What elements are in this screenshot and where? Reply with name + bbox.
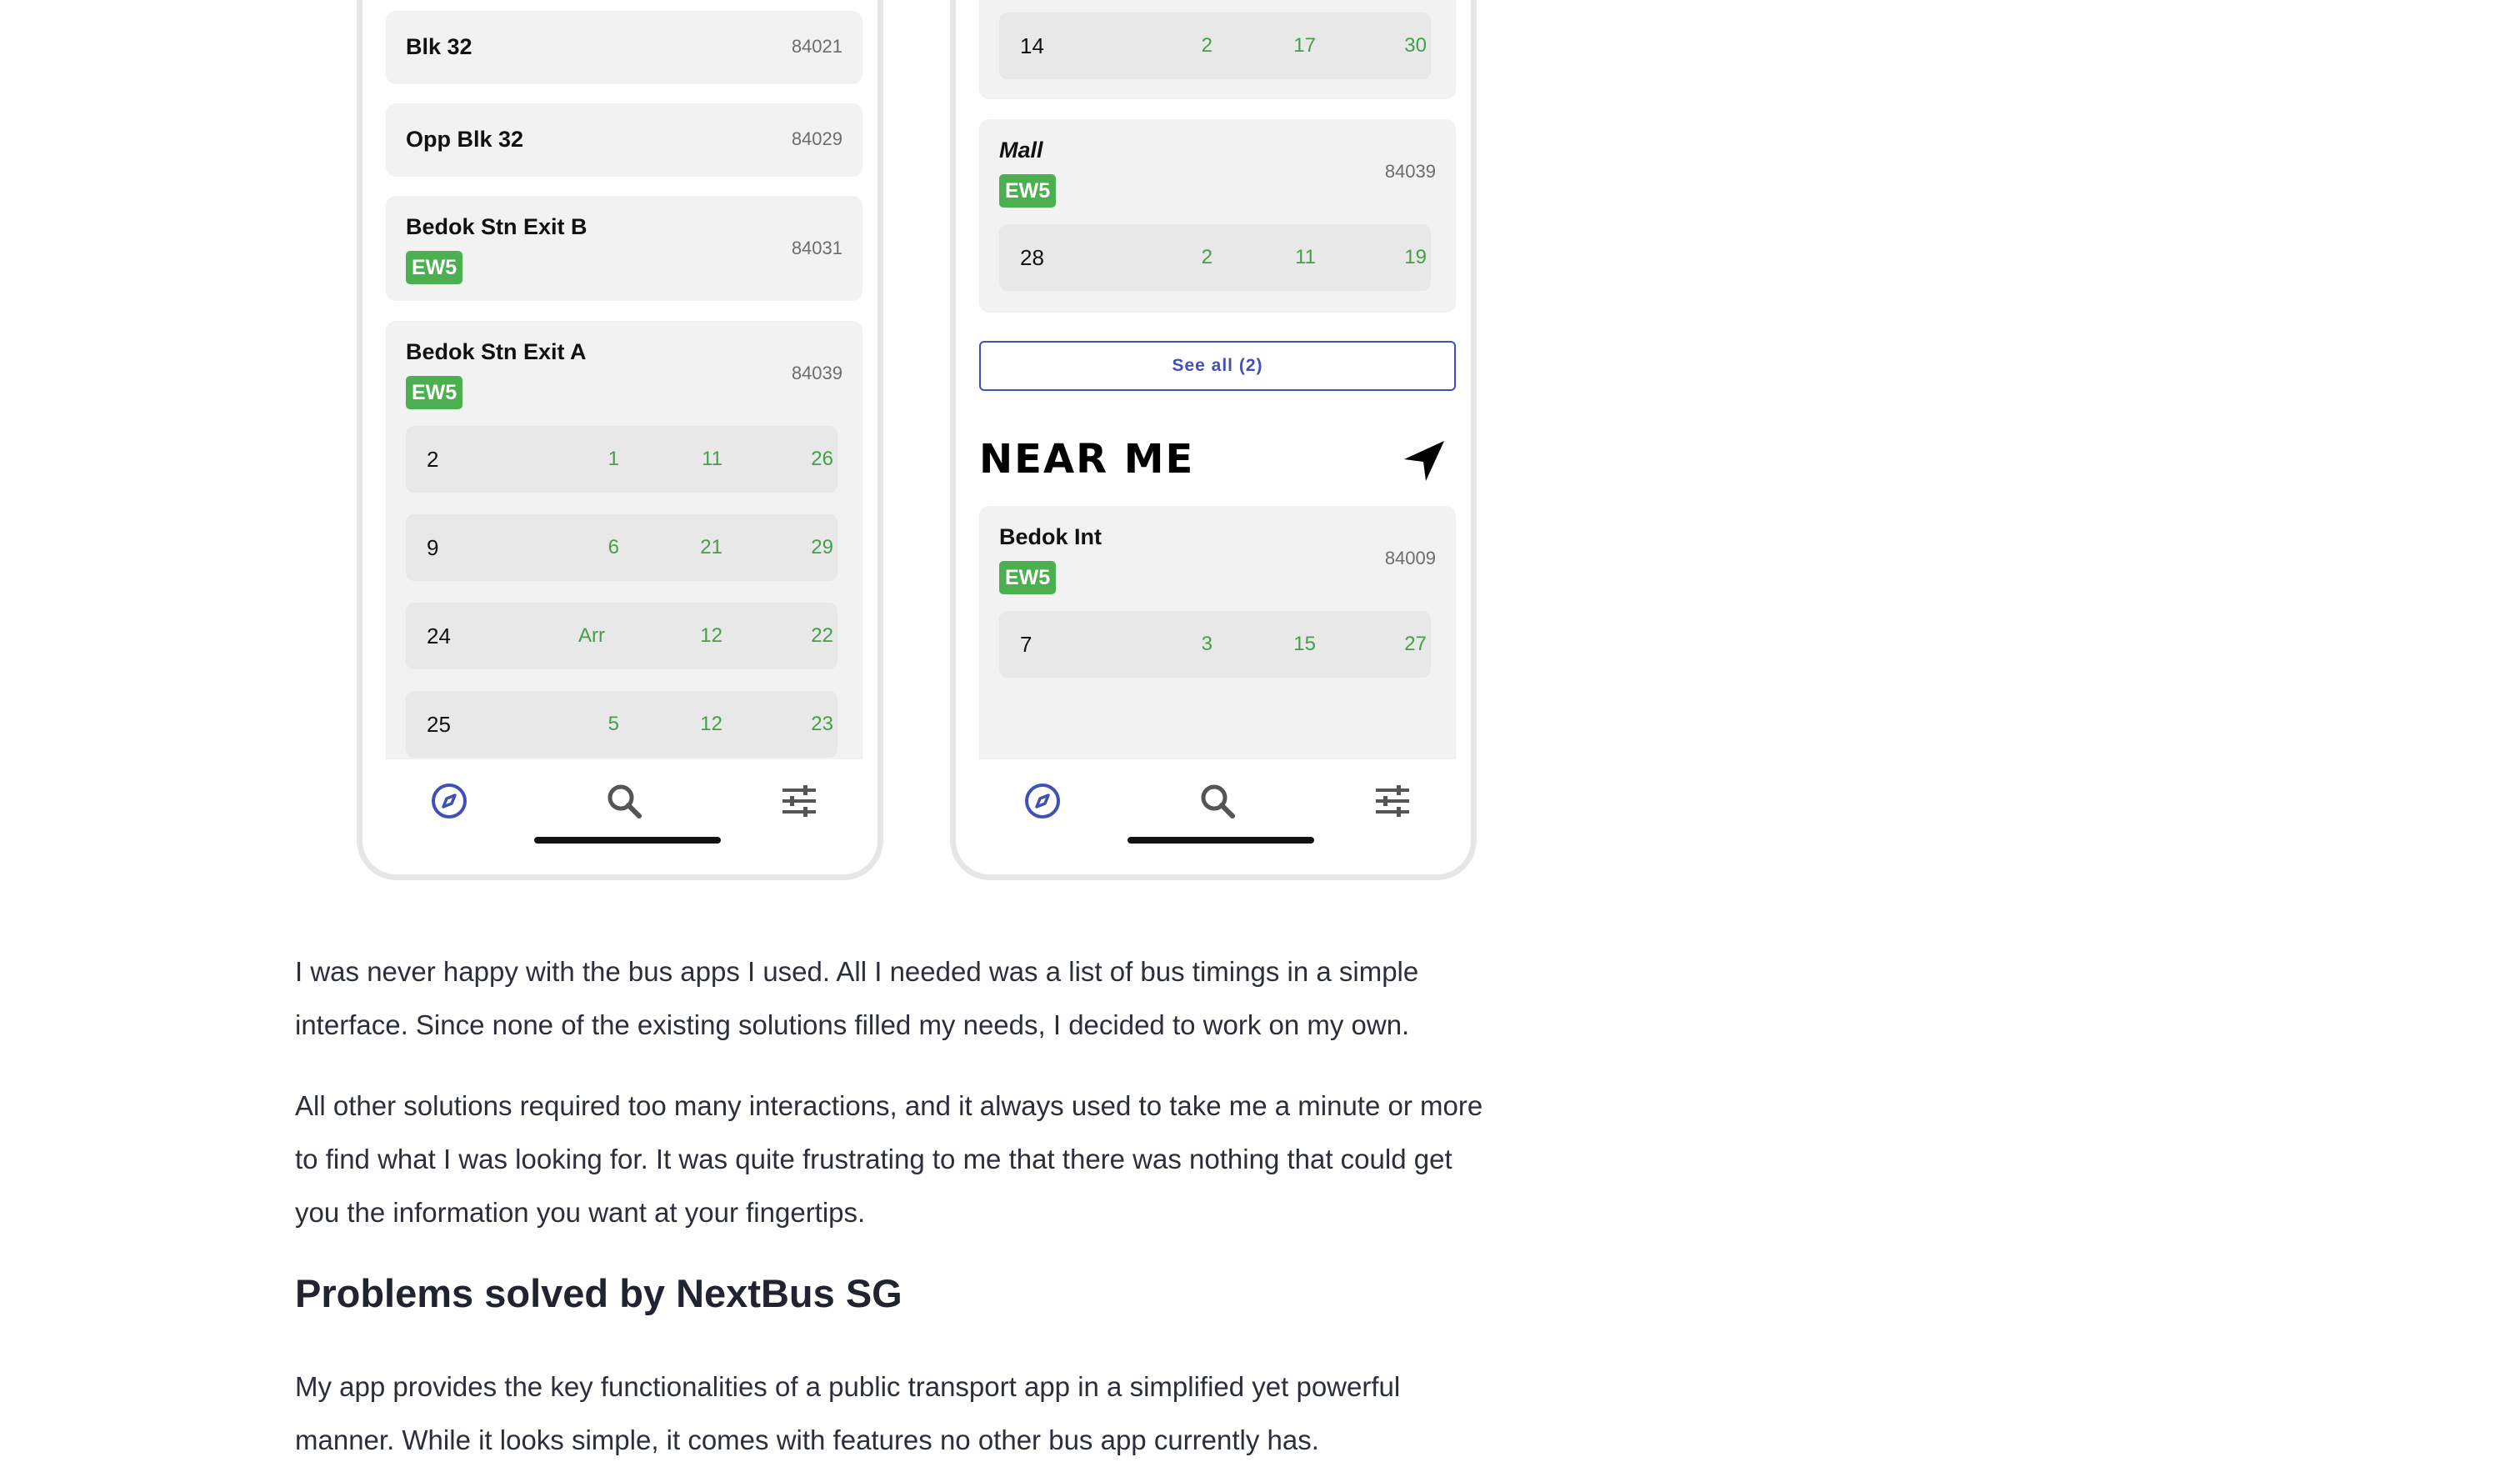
stop-name: Mall xyxy=(999,138,1043,163)
phone-mockup-left: Blk 32 84021 Opp Blk 32 84029 Bedok Stn … xyxy=(357,0,883,880)
text-line: All other solutions required too many in… xyxy=(295,1090,1483,1121)
mrt-badge: EW5 xyxy=(999,174,1057,208)
eta-first: 3 xyxy=(1201,633,1212,655)
service-number: 2 xyxy=(427,447,439,472)
phone-mockup-right: 9 5 16 27 14 2 17 30 Mall EW5 84039 28 2… xyxy=(950,0,1477,880)
paragraph: I was never happy with the bus apps I us… xyxy=(295,945,1595,1052)
stop-name: Bedok Stn Exit B xyxy=(406,214,588,239)
stop-name: Opp Blk 32 xyxy=(406,127,524,152)
near-me-screen: 9 5 16 27 14 2 17 30 Mall EW5 84039 28 2… xyxy=(956,0,1471,759)
eta-second: 12 xyxy=(700,713,722,735)
eta-second: 11 xyxy=(702,448,722,470)
text-line: you the information you want at your fin… xyxy=(295,1197,866,1228)
bus-stops-screen: Blk 32 84021 Opp Blk 32 84029 Bedok Stn … xyxy=(362,0,878,759)
stop-code: 84031 xyxy=(791,238,842,258)
eta-third: 19 xyxy=(1404,246,1427,268)
compass-icon[interactable] xyxy=(429,781,469,821)
eta-second: 17 xyxy=(1293,34,1316,57)
eta-first: 6 xyxy=(608,536,619,558)
text-line: manner. While it looks simple, it comes … xyxy=(295,1424,1319,1455)
see-all-button[interactable]: See all (2) xyxy=(979,341,1456,391)
mrt-badge: EW5 xyxy=(406,376,463,409)
text-line: to find what I was looking for. It was q… xyxy=(295,1144,1452,1174)
home-indicator xyxy=(534,837,721,844)
mrt-badge: EW5 xyxy=(999,561,1057,594)
eta-second: 21 xyxy=(700,536,722,558)
stop-code: 84039 xyxy=(1384,161,1436,182)
text-line: I was never happy with the bus apps I us… xyxy=(295,956,1419,987)
home-indicator xyxy=(1128,837,1314,844)
stop-code: 84039 xyxy=(791,363,842,383)
bus-service-row[interactable]: 2 1 11 26 xyxy=(406,426,838,493)
service-number: 24 xyxy=(427,623,451,648)
eta-third: 30 xyxy=(1404,34,1427,57)
stop-code: 84021 xyxy=(791,36,842,57)
stop-code: 84029 xyxy=(791,128,842,149)
paragraph: All other solutions required too many in… xyxy=(295,1079,1595,1239)
stop-name: Bedok Stn Exit A xyxy=(406,339,587,364)
eta-third: 27 xyxy=(1404,633,1427,655)
bus-stop-card-expanded[interactable]: 9 5 16 27 14 2 17 30 xyxy=(979,0,1456,99)
sliders-icon[interactable] xyxy=(779,781,819,821)
eta-first: 1 xyxy=(608,448,619,470)
eta-second: 11 xyxy=(1295,246,1316,268)
bus-stop-card-expanded[interactable]: Mall EW5 84039 28 2 11 19 xyxy=(979,119,1456,313)
bus-stop-card[interactable]: Blk 32 84021 xyxy=(386,11,862,84)
stop-name: Blk 32 xyxy=(406,34,472,59)
eta-second: 12 xyxy=(700,624,722,647)
bus-stop-card-expanded[interactable]: Bedok Int EW5 84009 7 3 15 27 xyxy=(979,506,1456,759)
section-heading: Problems solved by NextBus SG xyxy=(295,1271,902,1315)
bus-stop-card[interactable]: Opp Blk 32 84029 xyxy=(386,103,862,177)
search-icon[interactable] xyxy=(604,781,644,821)
eta-third: 23 xyxy=(811,713,833,735)
paragraph: My app provides the key functionalities … xyxy=(295,1360,1595,1467)
sliders-icon[interactable] xyxy=(1372,781,1412,821)
stop-code: 84009 xyxy=(1384,548,1436,568)
text-line: interface. Since none of the existing so… xyxy=(295,1009,1410,1040)
eta-third: 26 xyxy=(811,448,833,470)
service-number: 28 xyxy=(1020,245,1044,270)
eta-third: 29 xyxy=(811,536,833,558)
bus-stop-card-expanded[interactable]: Bedok Stn Exit A EW5 84039 2 1 11 26 9 6… xyxy=(386,321,862,759)
tab-bar xyxy=(956,759,1471,874)
tab-bar xyxy=(362,759,878,874)
eta-second: 15 xyxy=(1293,633,1316,655)
compass-icon[interactable] xyxy=(1022,781,1062,821)
service-number: 25 xyxy=(427,712,451,737)
service-number: 7 xyxy=(1020,632,1032,657)
bus-service-row[interactable]: 25 5 12 23 xyxy=(406,691,838,758)
eta-third: 22 xyxy=(811,624,833,647)
bus-service-row[interactable]: 28 2 11 19 xyxy=(999,224,1431,291)
eta-first: 5 xyxy=(608,713,619,735)
stop-name: Bedok Int xyxy=(999,524,1102,549)
eta-first: 2 xyxy=(1201,34,1212,57)
mrt-badge: EW5 xyxy=(406,251,463,284)
eta-first: 2 xyxy=(1201,246,1212,268)
bus-service-row[interactable]: 14 2 17 30 xyxy=(999,13,1431,79)
text-line: My app provides the key functionalities … xyxy=(295,1371,1401,1402)
location-arrow-icon[interactable] xyxy=(1401,438,1448,484)
service-number: 9 xyxy=(427,535,439,560)
bus-service-row[interactable]: 24 Arr 12 22 xyxy=(406,603,838,669)
eta-first: Arr xyxy=(578,624,605,647)
service-number: 14 xyxy=(1020,33,1044,58)
bus-stop-card[interactable]: Bedok Stn Exit B EW5 84031 xyxy=(386,196,862,301)
bus-service-row[interactable]: 9 6 21 29 xyxy=(406,514,838,581)
search-icon[interactable] xyxy=(1198,781,1238,821)
near-me-heading: NEAR ME xyxy=(979,436,1195,483)
bus-service-row[interactable]: 7 3 15 27 xyxy=(999,611,1431,678)
